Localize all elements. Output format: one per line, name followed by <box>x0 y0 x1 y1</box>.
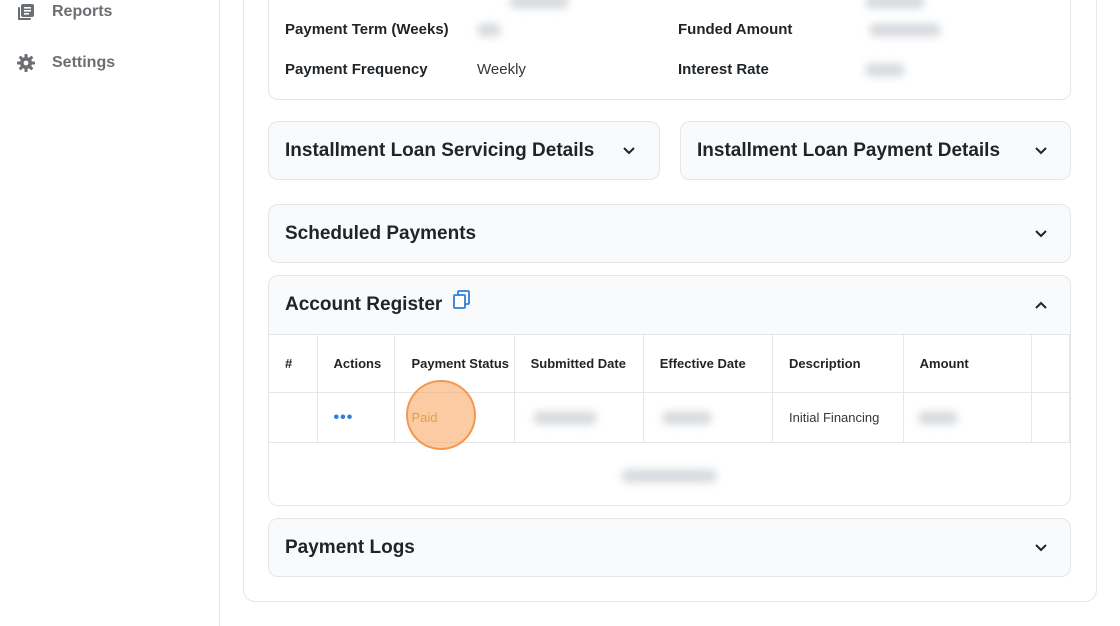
payment-details-panel[interactable]: Installment Loan Payment Details <box>680 121 1071 180</box>
register-table: # Actions Payment Status Submitted Date … <box>269 334 1070 443</box>
row-effective-date-cell <box>643 392 774 443</box>
scheduled-payments-title: Scheduled Payments <box>285 223 477 244</box>
row-extra-cell <box>1031 392 1070 443</box>
payment-details-title: Installment Loan Payment Details <box>697 140 1001 161</box>
sidebar-item-label: Settings <box>52 54 116 71</box>
redacted-value <box>509 0 569 9</box>
chevron-down-icon[interactable] <box>621 143 637 159</box>
redacted-pagination <box>621 469 717 483</box>
payment-term-value <box>477 23 501 37</box>
row-amount-cell <box>903 392 1032 443</box>
payment-frequency-label: Payment Frequency <box>285 61 428 78</box>
funded-amount-label: Funded Amount <box>678 21 793 38</box>
table-row: ••• Paid Initial Financing <box>269 392 1070 443</box>
chevron-down-icon[interactable] <box>1033 226 1049 242</box>
chevron-up-icon[interactable] <box>1033 297 1049 313</box>
column-header-payment-status[interactable]: Payment Status <box>394 334 515 393</box>
copy-icon[interactable] <box>453 290 471 310</box>
row-description-cell: Initial Financing <box>772 392 904 443</box>
status-badge: Paid <box>411 410 438 426</box>
row-submitted-date-cell <box>514 392 644 443</box>
redacted-value <box>917 411 958 425</box>
account-register-panel: Account Register # Actions Payment Statu… <box>268 275 1071 506</box>
sidebar-item-settings[interactable]: Settings <box>16 53 115 73</box>
account-register-title: Account Register <box>285 294 443 315</box>
payment-logs-title: Payment Logs <box>285 537 415 558</box>
row-number-cell <box>269 392 318 443</box>
sidebar-item-reports[interactable]: Reports <box>16 2 112 22</box>
sidebar: Reports Settings <box>0 0 220 626</box>
row-status-cell: Paid <box>394 392 515 443</box>
loan-details-panel: Payment Term (Weeks) Funded Amount Payme… <box>268 0 1071 100</box>
reports-icon <box>16 2 36 22</box>
payment-frequency-value: Weekly <box>477 61 526 78</box>
column-header-extra <box>1031 334 1070 393</box>
gear-icon <box>16 53 36 73</box>
column-header-number: # <box>269 334 318 393</box>
column-header-description[interactable]: Description <box>772 334 904 393</box>
servicing-details-panel[interactable]: Installment Loan Servicing Details <box>268 121 660 180</box>
column-header-amount[interactable]: Amount <box>903 334 1032 393</box>
scheduled-payments-panel[interactable]: Scheduled Payments <box>268 204 1071 263</box>
chevron-down-icon[interactable] <box>1033 143 1049 159</box>
redacted-value <box>661 411 712 425</box>
chevron-down-icon[interactable] <box>1033 540 1049 556</box>
interest-rate-label: Interest Rate <box>678 61 769 78</box>
interest-rate-value <box>865 63 905 77</box>
row-actions-cell: ••• <box>317 392 396 443</box>
column-header-actions: Actions <box>317 334 396 393</box>
register-footer <box>269 442 1070 505</box>
servicing-details-title: Installment Loan Servicing Details <box>285 140 595 161</box>
funded-amount-value <box>869 23 941 37</box>
table-header-row: # Actions Payment Status Submitted Date … <box>269 334 1070 393</box>
column-header-submitted-date[interactable]: Submitted Date <box>514 334 644 393</box>
payment-term-label: Payment Term (Weeks) <box>285 21 449 38</box>
sidebar-item-label: Reports <box>52 3 113 20</box>
redacted-value <box>532 411 597 425</box>
more-actions-icon[interactable]: ••• <box>334 409 354 426</box>
payment-logs-panel[interactable]: Payment Logs <box>268 518 1071 577</box>
column-header-effective-date[interactable]: Effective Date <box>643 334 774 393</box>
redacted-value <box>865 0 925 9</box>
